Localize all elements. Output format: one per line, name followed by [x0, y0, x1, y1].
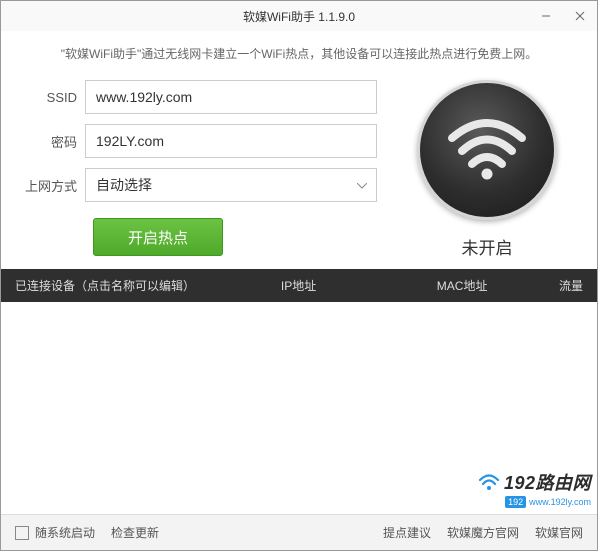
status-text: 未开启 [462, 234, 513, 259]
device-table-header: 已连接设备（点击名称可以编辑） IP地址 MAC地址 流量 [1, 269, 597, 302]
status-panel: 未开启 [377, 80, 577, 259]
watermark-brand: 192路由网 [504, 469, 591, 495]
password-input[interactable] [85, 124, 377, 158]
ruanmei-link[interactable]: 软媒官网 [535, 524, 583, 541]
description-text: "软媒WiFi助手"通过无线网卡建立一个WiFi热点，其他设备可以连接此热点进行… [1, 31, 597, 80]
feedback-link[interactable]: 提点建议 [383, 524, 431, 541]
method-select[interactable] [85, 168, 377, 202]
autostart-label: 随系统启动 [35, 524, 95, 541]
device-table-body [1, 302, 597, 452]
window-title: 软媒WiFi助手 1.1.9.0 [243, 8, 355, 25]
watermark: 192路由网 192 www.192ly.com [478, 469, 591, 508]
ssid-label: SSID [21, 90, 85, 105]
wifi-status-icon [417, 80, 557, 220]
col-mac: MAC地址 [402, 277, 523, 294]
start-hotspot-button[interactable]: 开启热点 [93, 218, 223, 256]
app-window: 软媒WiFi助手 1.1.9.0 "软媒WiFi助手"通过无线网卡建立一个WiF… [0, 0, 598, 551]
watermark-badge: 192 [505, 496, 526, 508]
close-button[interactable] [563, 1, 597, 31]
ruanmei-mofang-link[interactable]: 软媒魔方官网 [447, 524, 519, 541]
check-update-link[interactable]: 检查更新 [111, 524, 159, 541]
window-controls [529, 1, 597, 31]
watermark-url: www.192ly.com [529, 497, 591, 507]
autostart-checkbox[interactable]: 随系统启动 [15, 524, 95, 541]
checkbox-icon [15, 526, 29, 540]
col-ip: IP地址 [281, 277, 402, 294]
col-device: 已连接设备（点击名称可以编辑） [15, 277, 281, 294]
wifi-icon [447, 118, 527, 183]
wifi-logo-icon [478, 473, 500, 491]
config-form: SSID 密码 上网方式 开启热点 [21, 80, 377, 259]
ssid-input[interactable] [85, 80, 377, 114]
method-label: 上网方式 [21, 176, 85, 195]
minimize-button[interactable] [529, 1, 563, 31]
col-traffic: 流量 [523, 277, 583, 294]
footer-bar: 随系统启动 检查更新 提点建议 软媒魔方官网 软媒官网 [1, 514, 597, 550]
titlebar: 软媒WiFi助手 1.1.9.0 [1, 1, 597, 31]
main-area: SSID 密码 上网方式 开启热点 [1, 80, 597, 269]
password-label: 密码 [21, 132, 85, 151]
